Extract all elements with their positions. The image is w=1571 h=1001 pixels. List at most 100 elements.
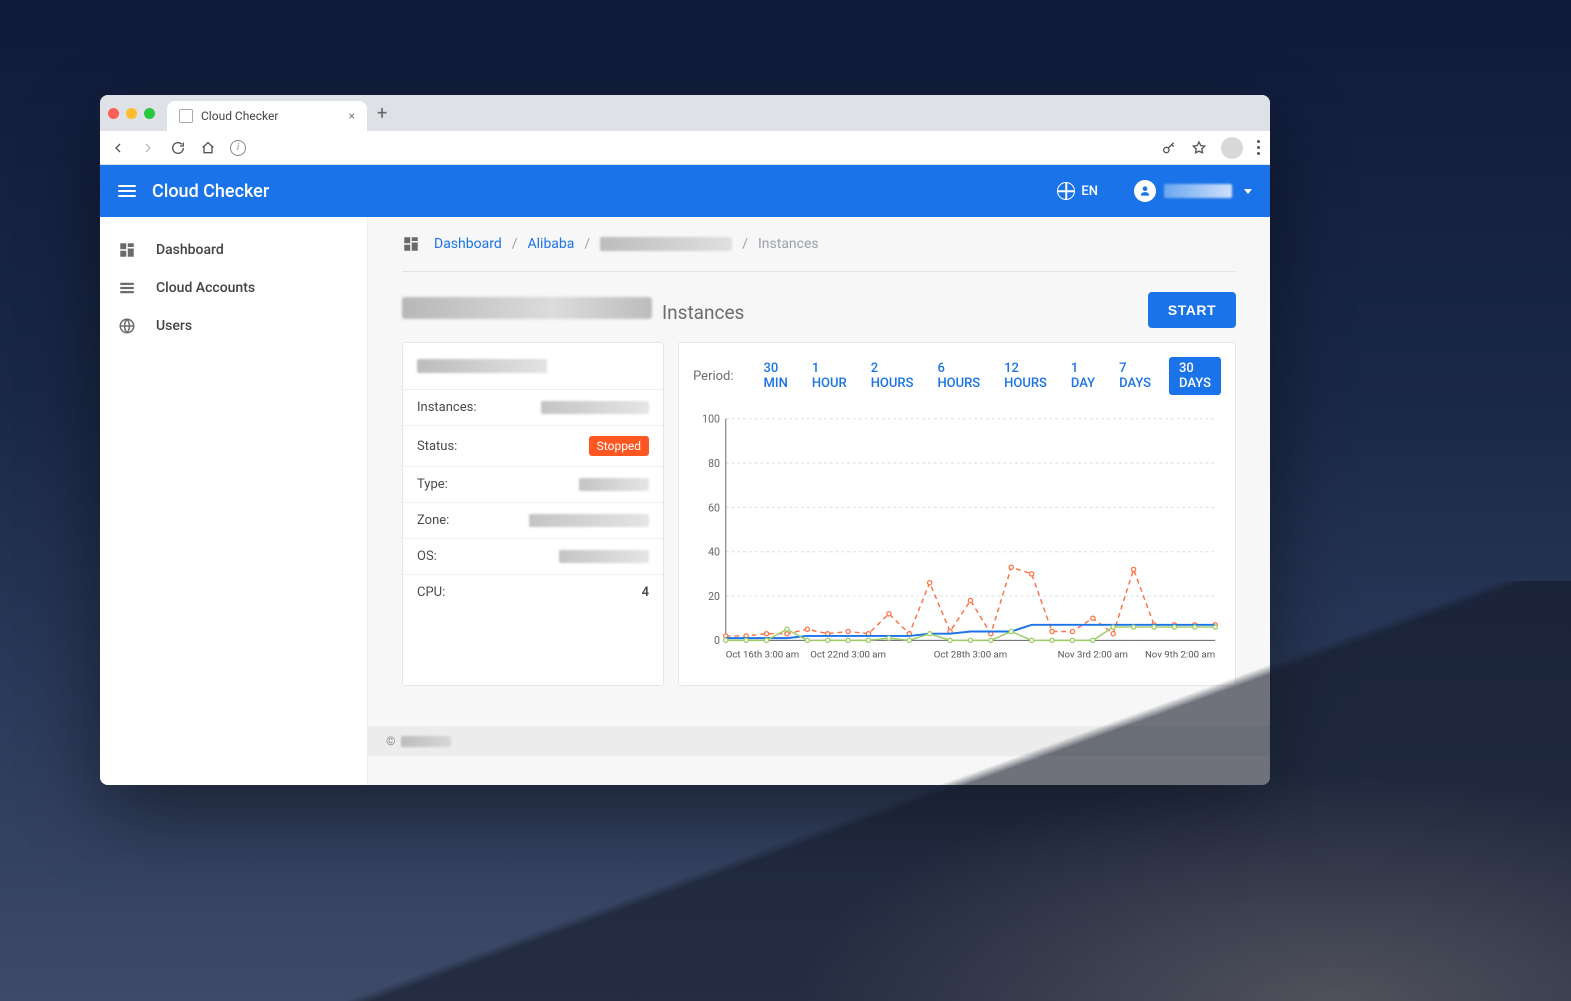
favicon-icon bbox=[179, 109, 193, 123]
breadcrumb-redacted[interactable] bbox=[600, 237, 732, 251]
window-controls[interactable] bbox=[108, 108, 155, 119]
user-name-redacted bbox=[1164, 184, 1232, 198]
info-card-title-redacted bbox=[417, 359, 547, 373]
star-icon[interactable] bbox=[1191, 140, 1207, 156]
globe-icon bbox=[1057, 182, 1075, 200]
info-value-redacted bbox=[541, 401, 649, 414]
info-value-redacted bbox=[559, 550, 649, 563]
cloud-accounts-icon bbox=[118, 279, 136, 297]
chevron-down-icon bbox=[1244, 189, 1252, 194]
breadcrumb-sep: / bbox=[512, 236, 518, 252]
dashboard-icon bbox=[402, 235, 420, 253]
svg-text:60: 60 bbox=[708, 501, 720, 514]
period-selector: Period: 30 MIN 1 HOUR 2 HOURS 6 HOURS 12… bbox=[693, 357, 1221, 395]
svg-text:40: 40 bbox=[708, 546, 720, 559]
info-label: Type: bbox=[417, 477, 448, 492]
title-bar: Instances START bbox=[402, 292, 1236, 328]
breadcrumb-current: Instances bbox=[758, 236, 819, 252]
sidebar-item-label: Dashboard bbox=[156, 242, 224, 258]
svg-text:0: 0 bbox=[714, 634, 720, 647]
info-value-redacted bbox=[529, 514, 649, 527]
sidebar-item-label: Users bbox=[156, 318, 192, 334]
maximize-window-icon[interactable] bbox=[144, 108, 155, 119]
info-row-instances: Instances: bbox=[403, 390, 663, 426]
browser-toolbar: i bbox=[100, 131, 1270, 165]
home-icon[interactable] bbox=[200, 140, 216, 156]
info-row-os: OS: bbox=[403, 539, 663, 575]
period-option-1day[interactable]: 1 DAY bbox=[1065, 357, 1101, 395]
usage-chart: 0 20 40 60 80 100 Oct 16th 3:00 am Oct 22nd 3:0… bbox=[693, 411, 1221, 665]
site-info-icon[interactable]: i bbox=[230, 140, 246, 156]
back-icon[interactable] bbox=[110, 140, 126, 156]
info-row-status: Status: Stopped bbox=[403, 426, 663, 467]
browser-tab[interactable]: Cloud Checker × bbox=[167, 101, 367, 131]
app-body: Dashboard Cloud Accounts Users bbox=[100, 217, 1270, 785]
period-option-1hour[interactable]: 1 HOUR bbox=[806, 357, 853, 395]
breadcrumb-sep: / bbox=[742, 236, 748, 252]
info-card-header bbox=[403, 343, 663, 390]
sidebar-item-cloud-accounts[interactable]: Cloud Accounts bbox=[100, 269, 367, 307]
info-label: Status: bbox=[417, 439, 457, 454]
copyright-symbol: © bbox=[386, 734, 395, 748]
info-row-zone: Zone: bbox=[403, 503, 663, 539]
info-card: Instances: Status: Stopped Type: Zone: bbox=[402, 342, 664, 686]
chart-card: Period: 30 MIN 1 HOUR 2 HOURS 6 HOURS 12… bbox=[678, 342, 1236, 686]
info-value: 4 bbox=[642, 585, 649, 600]
info-label: Instances: bbox=[417, 400, 476, 415]
status-badge: Stopped bbox=[589, 436, 649, 456]
start-button[interactable]: START bbox=[1148, 292, 1236, 328]
breadcrumb-link-dashboard[interactable]: Dashboard bbox=[434, 236, 502, 252]
sidebar-item-label: Cloud Accounts bbox=[156, 280, 255, 296]
browser-tabstrip: Cloud Checker × + bbox=[100, 95, 1270, 131]
tab-close-icon[interactable]: × bbox=[349, 109, 355, 123]
browser-window: Cloud Checker × + i Cloud Checker EN bbox=[100, 95, 1270, 785]
period-label: Period: bbox=[693, 369, 733, 384]
cards-row: Instances: Status: Stopped Type: Zone: bbox=[402, 342, 1236, 686]
profile-avatar-icon[interactable] bbox=[1221, 137, 1243, 159]
browser-menu-icon[interactable] bbox=[1257, 140, 1260, 155]
sidebar-item-dashboard[interactable]: Dashboard bbox=[100, 231, 367, 269]
period-option-30min[interactable]: 30 MIN bbox=[758, 357, 794, 395]
svg-text:100: 100 bbox=[702, 413, 720, 426]
hamburger-icon[interactable] bbox=[118, 185, 136, 197]
forward-icon[interactable] bbox=[140, 140, 156, 156]
page-footer: © bbox=[368, 726, 1270, 756]
close-window-icon[interactable] bbox=[108, 108, 119, 119]
svg-text:80: 80 bbox=[708, 457, 720, 470]
reload-icon[interactable] bbox=[170, 140, 186, 156]
period-option-7days[interactable]: 7 DAYS bbox=[1113, 357, 1157, 395]
key-icon[interactable] bbox=[1161, 140, 1177, 156]
info-value-redacted bbox=[579, 478, 649, 491]
footer-redacted bbox=[401, 736, 451, 747]
breadcrumb-link-alibaba[interactable]: Alibaba bbox=[528, 236, 575, 252]
tab-title: Cloud Checker bbox=[201, 109, 278, 123]
period-option-12hours[interactable]: 12 HOURS bbox=[998, 357, 1053, 395]
info-label: CPU: bbox=[417, 585, 445, 600]
info-label: Zone: bbox=[417, 513, 449, 528]
svg-text:Oct 22nd 3:00 am: Oct 22nd 3:00 am bbox=[810, 650, 886, 661]
breadcrumb-sep: / bbox=[584, 236, 590, 252]
app-header: Cloud Checker EN bbox=[100, 165, 1270, 217]
sidebar-item-users[interactable]: Users bbox=[100, 307, 367, 345]
page-title-suffix: Instances bbox=[662, 301, 744, 324]
svg-text:20: 20 bbox=[708, 590, 720, 603]
info-row-type: Type: bbox=[403, 467, 663, 503]
info-label: OS: bbox=[417, 549, 437, 564]
user-icon bbox=[1134, 180, 1156, 202]
dashboard-icon bbox=[118, 241, 136, 259]
breadcrumb: Dashboard / Alibaba / / Instances bbox=[402, 235, 1236, 272]
svg-text:Nov 9th 2:00 am: Nov 9th 2:00 am bbox=[1145, 650, 1215, 661]
sidebar: Dashboard Cloud Accounts Users bbox=[100, 217, 368, 785]
svg-text:Oct 28th 3:00 am: Oct 28th 3:00 am bbox=[934, 650, 1007, 661]
info-row-cpu: CPU: 4 bbox=[403, 575, 663, 685]
period-option-2hours[interactable]: 2 HOURS bbox=[865, 357, 920, 395]
main-content: Dashboard / Alibaba / / Instances Instan… bbox=[368, 217, 1270, 785]
language-selector[interactable]: EN bbox=[1057, 182, 1098, 200]
period-option-6hours[interactable]: 6 HOURS bbox=[931, 357, 986, 395]
period-option-30days[interactable]: 30 DAYS bbox=[1169, 357, 1221, 395]
minimize-window-icon[interactable] bbox=[126, 108, 137, 119]
svg-text:Oct 16th 3:00 am: Oct 16th 3:00 am bbox=[726, 650, 799, 661]
user-menu[interactable] bbox=[1134, 180, 1252, 202]
new-tab-button[interactable]: + bbox=[377, 103, 387, 124]
language-label: EN bbox=[1081, 184, 1098, 199]
